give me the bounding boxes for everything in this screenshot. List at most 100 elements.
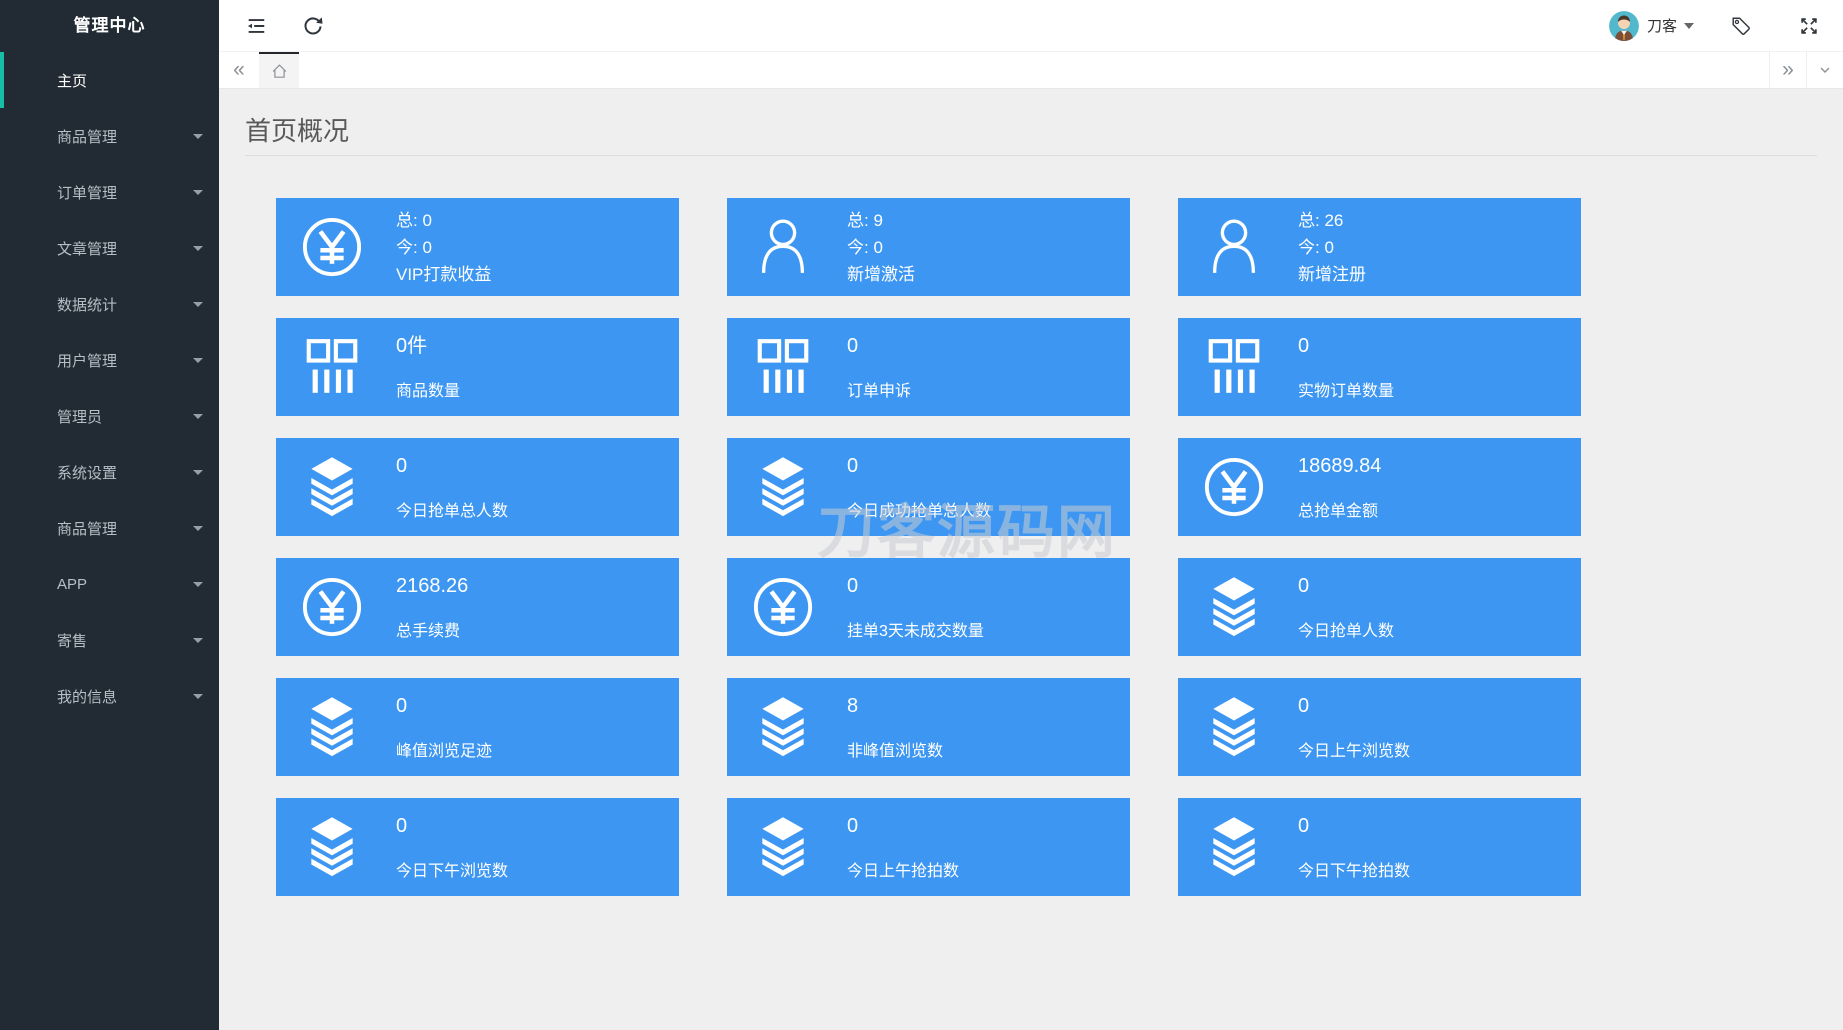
sidebar-item-articles[interactable]: 文章管理 — [0, 220, 219, 276]
chevron-down-icon — [193, 302, 203, 307]
fullscreen-icon — [1798, 15, 1820, 37]
page-header: 首页概况 — [245, 89, 1817, 156]
layers-icon — [752, 456, 814, 518]
stat-value: 0 — [847, 334, 1130, 358]
chevron-down-icon — [193, 582, 203, 587]
stat-value: 8 — [847, 694, 1130, 718]
yen-circle-icon — [1203, 456, 1265, 518]
stat-label: 实物订单数量 — [1298, 377, 1581, 401]
cube-icon — [24, 294, 44, 314]
chevron-down-icon — [193, 134, 203, 139]
sidebar-item-users[interactable]: 用户管理 — [0, 332, 219, 388]
sidebar-item-consign[interactable]: 寄售 — [0, 612, 219, 668]
stat-card-order-appeals: 0 订单申诉 — [727, 318, 1130, 416]
sidebar-item-label: 商品管理 — [57, 518, 117, 539]
sidebar-item-my-info[interactable]: 我的信息 — [0, 668, 219, 724]
stat-label: VIP打款收益 — [396, 261, 679, 288]
stat-today: 今: 0 — [396, 234, 679, 261]
check-circle-icon — [24, 686, 44, 706]
sidebar-item-orders[interactable]: 订单管理 — [0, 164, 219, 220]
stat-value: 2168.26 — [396, 574, 679, 598]
stat-value: 18689.84 — [1298, 454, 1581, 478]
layers-icon — [752, 816, 814, 878]
yen-circle-icon — [752, 576, 814, 638]
home-icon — [24, 70, 44, 90]
stat-total: 总: 9 — [847, 207, 1130, 234]
stat-label: 今日下午浏览数 — [396, 857, 679, 881]
layers-icon — [1203, 816, 1265, 878]
cube-icon — [24, 182, 44, 202]
sidebar-item-settings[interactable]: 系统设置 — [0, 444, 219, 500]
stat-card-physical-orders: 0 实物订单数量 — [1178, 318, 1581, 416]
stat-card-new-activations: 总: 9 今: 0 新增激活 — [727, 198, 1130, 296]
tabs-menu-button[interactable] — [1806, 52, 1843, 88]
stat-card-morning-grabs: 0 今日上午抢拍数 — [727, 798, 1130, 896]
stat-total: 总: 0 — [396, 207, 679, 234]
sidebar-item-label: 商品管理 — [57, 126, 117, 147]
sidebar-item-label: APP — [57, 576, 87, 593]
stat-value: 0 — [396, 694, 679, 718]
chevron-down-icon — [193, 190, 203, 195]
user-icon — [752, 216, 814, 278]
refresh-icon — [302, 15, 324, 37]
topbar: 刀客 — [219, 0, 1843, 52]
stat-card-afternoon-views: 0 今日下午浏览数 — [276, 798, 679, 896]
chevron-down-icon — [193, 358, 203, 363]
sidebar-item-goods-1[interactable]: 商品管理 — [0, 108, 219, 164]
sidebar-item-label: 文章管理 — [57, 238, 117, 259]
user-menu[interactable]: 刀客 — [1609, 11, 1694, 41]
yen-circle-icon — [301, 576, 363, 638]
tab-home[interactable] — [259, 52, 299, 88]
stat-label: 今日成功抢单总人数 — [847, 497, 1130, 521]
stat-card-offpeak-views: 8 非峰值浏览数 — [727, 678, 1130, 776]
tag-button[interactable] — [1722, 0, 1760, 52]
refresh-button[interactable] — [294, 0, 332, 52]
stat-label: 非峰值浏览数 — [847, 737, 1130, 761]
layers-icon — [301, 816, 363, 878]
stat-card-afternoon-grabs: 0 今日下午抢拍数 — [1178, 798, 1581, 896]
app-title: 管理中心 — [0, 0, 219, 52]
stat-label: 今日抢单总人数 — [396, 497, 679, 521]
sidebar-item-label: 数据统计 — [57, 294, 117, 315]
stat-label: 峰值浏览足迹 — [396, 737, 679, 761]
stat-label: 总抢单金额 — [1298, 497, 1581, 521]
tabs-scroll-right-button[interactable]: » — [1769, 52, 1806, 88]
sidebar: 管理中心 主页 商品管理 订单管理 文章管理 数据统计 用户管理 管理员 系统设… — [0, 0, 219, 1030]
stat-card-morning-views: 0 今日上午浏览数 — [1178, 678, 1581, 776]
stat-label: 商品数量 — [396, 377, 679, 401]
stat-value: 0件 — [396, 334, 679, 358]
fullscreen-button[interactable] — [1790, 0, 1828, 52]
user-icon — [1203, 216, 1265, 278]
sidebar-item-goods-2[interactable]: 商品管理 — [0, 500, 219, 556]
chevron-down-icon — [1684, 23, 1694, 29]
sidebar-item-label: 用户管理 — [57, 350, 117, 371]
stat-card-new-registrations: 总: 26 今: 0 新增注册 — [1178, 198, 1581, 296]
layers-icon — [752, 696, 814, 758]
stat-card-vip-income: 总: 0 今: 0 VIP打款收益 — [276, 198, 679, 296]
cube-icon — [24, 126, 44, 146]
stat-card-peak-views: 0 峰值浏览足迹 — [276, 678, 679, 776]
stat-value: 0 — [847, 454, 1130, 478]
sidebar-item-label: 订单管理 — [57, 182, 117, 203]
sidebar-item-label: 我的信息 — [57, 686, 117, 707]
stat-value: 0 — [1298, 334, 1581, 358]
tabs-scroll-left-button[interactable]: « — [219, 52, 259, 88]
stat-today: 今: 0 — [1298, 234, 1581, 261]
sidebar-item-app[interactable]: APP — [0, 556, 219, 612]
stat-label: 挂单3天未成交数量 — [847, 617, 1130, 641]
chevron-down-icon — [1817, 62, 1833, 78]
stat-label: 订单申诉 — [847, 377, 1130, 401]
cube-icon — [24, 406, 44, 426]
stat-card-total-fees: 2168.26 总手续费 — [276, 558, 679, 656]
cube-icon — [24, 630, 44, 650]
sidebar-item-admins[interactable]: 管理员 — [0, 388, 219, 444]
stat-card-pending-3days: 0 挂单3天未成交数量 — [727, 558, 1130, 656]
stat-today: 今: 0 — [847, 234, 1130, 261]
stat-label: 新增激活 — [847, 261, 1130, 288]
menu-collapse-button[interactable] — [237, 0, 275, 52]
stat-value: 0 — [847, 814, 1130, 838]
grid-icon — [1203, 336, 1265, 398]
sidebar-item-stats[interactable]: 数据统计 — [0, 276, 219, 332]
sidebar-item-home[interactable]: 主页 — [0, 52, 219, 108]
home-icon — [271, 63, 288, 80]
